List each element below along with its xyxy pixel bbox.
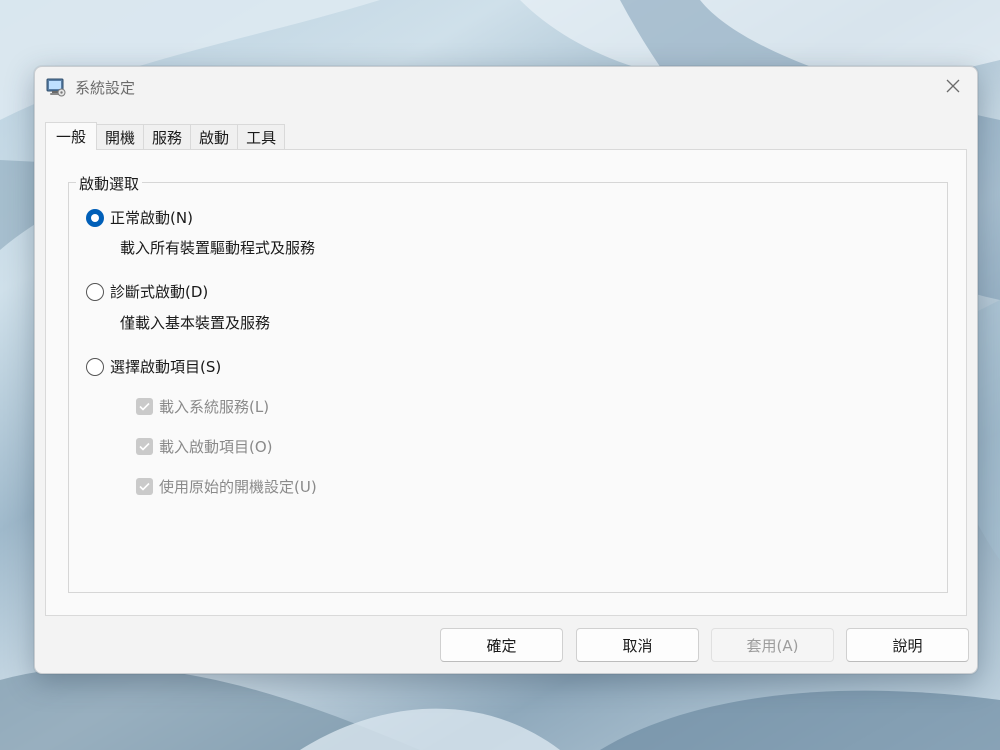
tab-general[interactable]: 一般 [45,122,98,150]
general-tab-panel: 啟動選取 正常啟動(N) 載入所有裝置驅動程式及服務 診斷式啟動(D) 僅載入基… [45,149,967,616]
checkmark-icon [139,402,150,411]
normal-startup-description: 載入所有裝置驅動程式及服務 [120,239,316,257]
help-button[interactable]: 說明 [846,628,969,662]
selective-startup-option[interactable]: 選擇啟動項目(S) [86,356,221,377]
close-icon [946,78,960,97]
diagnostic-startup-label: 診斷式啟動(D) [110,283,209,301]
load-startup-items-checkbox[interactable] [136,438,153,455]
load-system-services-option[interactable]: 載入系統服務(L) [136,396,269,417]
tab-tools[interactable]: 工具 [237,124,286,150]
diagnostic-startup-option[interactable]: 診斷式啟動(D) [86,281,208,302]
selective-startup-label: 選擇啟動項目(S) [110,358,222,376]
use-original-boot-config-option[interactable]: 使用原始的開機設定(U) [136,476,317,497]
tab-startup[interactable]: 啟動 [190,124,239,150]
load-startup-items-option[interactable]: 載入啟動項目(O) [136,436,273,457]
use-original-boot-config-label: 使用原始的開機設定(U) [159,478,317,496]
normal-startup-label: 正常啟動(N) [110,209,193,227]
system-configuration-dialog: 系統設定 一般 開機 服務 啟動 工具 啟動選取 正常啟動(N) 載入所有裝置驅… [34,66,978,674]
checkmark-icon [139,442,150,451]
startup-selection-label: 啟動選取 [76,173,143,194]
system-config-app-icon [46,77,66,97]
apply-button[interactable]: 套用(A) [711,628,834,662]
load-startup-items-label: 載入啟動項目(O) [159,438,273,456]
tab-services[interactable]: 服務 [143,124,192,150]
close-button[interactable] [939,73,967,101]
cancel-button[interactable]: 取消 [576,628,699,662]
diagnostic-startup-radio[interactable] [86,282,104,301]
normal-startup-option[interactable]: 正常啟動(N) [86,207,193,228]
tab-strip: 一般 開機 服務 啟動 工具 [45,122,286,150]
selective-startup-radio[interactable] [86,357,104,376]
load-system-services-checkbox[interactable] [136,398,153,415]
use-original-boot-config-checkbox[interactable] [136,478,153,495]
checkmark-icon [139,482,150,491]
load-system-services-label: 載入系統服務(L) [159,398,270,416]
title-bar[interactable]: 系統設定 [35,67,977,107]
normal-startup-radio[interactable] [86,208,104,227]
window-title: 系統設定 [75,79,136,97]
diagnostic-startup-description: 僅載入基本裝置及服務 [120,314,271,332]
ok-button[interactable]: 確定 [440,628,563,662]
tab-boot[interactable]: 開機 [96,124,145,150]
